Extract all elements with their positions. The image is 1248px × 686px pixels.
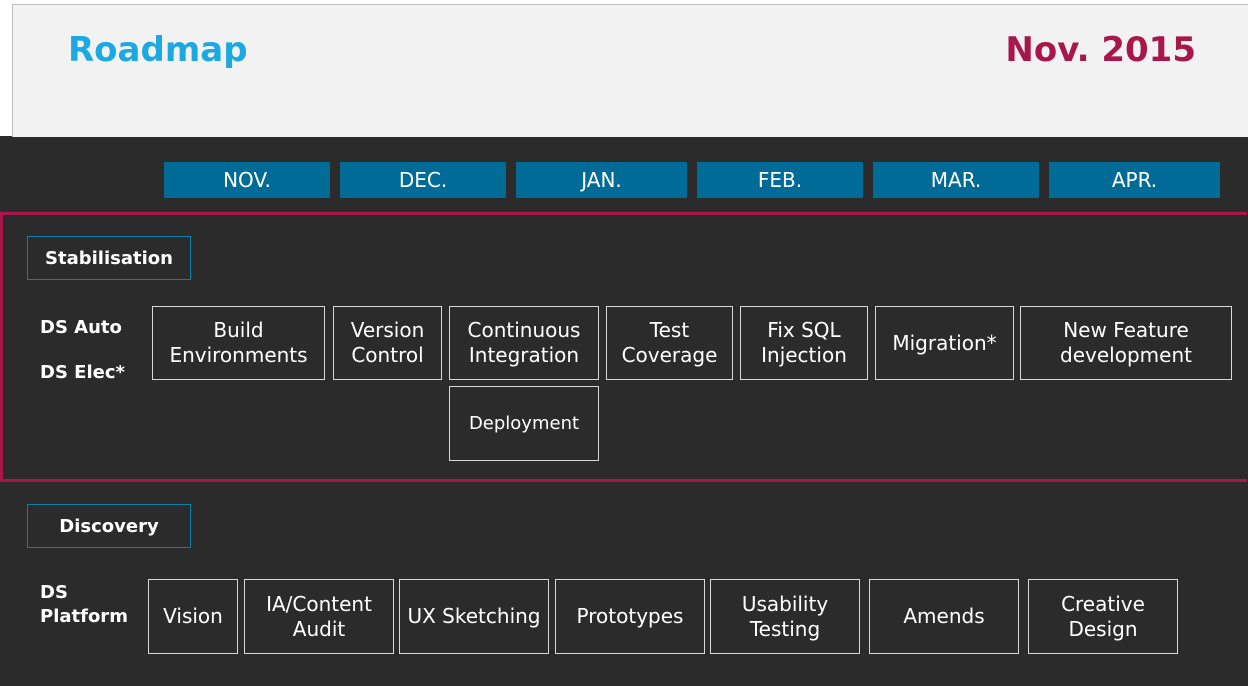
task-version-control: Version Control [333, 306, 442, 380]
task-fix-sql-injection: Fix SQL Injection [740, 306, 868, 380]
roadmap-slide: Roadmap Nov. 2015 NOV. DEC. JAN. FEB. MA… [0, 0, 1248, 686]
date-label: Nov. 2015 [1005, 30, 1196, 70]
task-creative-design: Creative Design [1028, 579, 1178, 654]
month-nov: NOV. [164, 162, 330, 198]
task-new-feature-development: New Feature development [1020, 306, 1232, 380]
stabilisation-label: Stabilisation [27, 236, 191, 280]
month-feb: FEB. [697, 162, 863, 198]
page-title: Roadmap [68, 30, 248, 70]
task-usability-testing: Usability Testing [710, 579, 860, 654]
left-border [0, 0, 12, 136]
task-amends: Amends [869, 579, 1019, 654]
task-test-coverage: Test Coverage [606, 306, 733, 380]
task-build-environments: Build Environments [152, 306, 325, 380]
discovery-label: Discovery [27, 504, 191, 548]
row-label-ds-elec: DS Elec* [40, 362, 125, 383]
task-continuous-integration: Continuous Integration [449, 306, 599, 380]
task-prototypes: Prototypes [555, 579, 705, 654]
task-vision: Vision [148, 579, 238, 654]
month-dec: DEC. [340, 162, 506, 198]
task-ux-sketching: UX Sketching [399, 579, 549, 654]
row-label-ds-platform: DS Platform [40, 582, 128, 627]
task-ia-content-audit: IA/Content Audit [244, 579, 394, 654]
row-label-ds-auto: DS Auto [40, 317, 122, 338]
header-band [12, 4, 1248, 137]
month-jan: JAN. [516, 162, 687, 198]
task-migration: Migration* [875, 306, 1014, 380]
month-mar: MAR. [873, 162, 1039, 198]
task-deployment: Deployment [449, 386, 599, 461]
month-apr: APR. [1049, 162, 1220, 198]
